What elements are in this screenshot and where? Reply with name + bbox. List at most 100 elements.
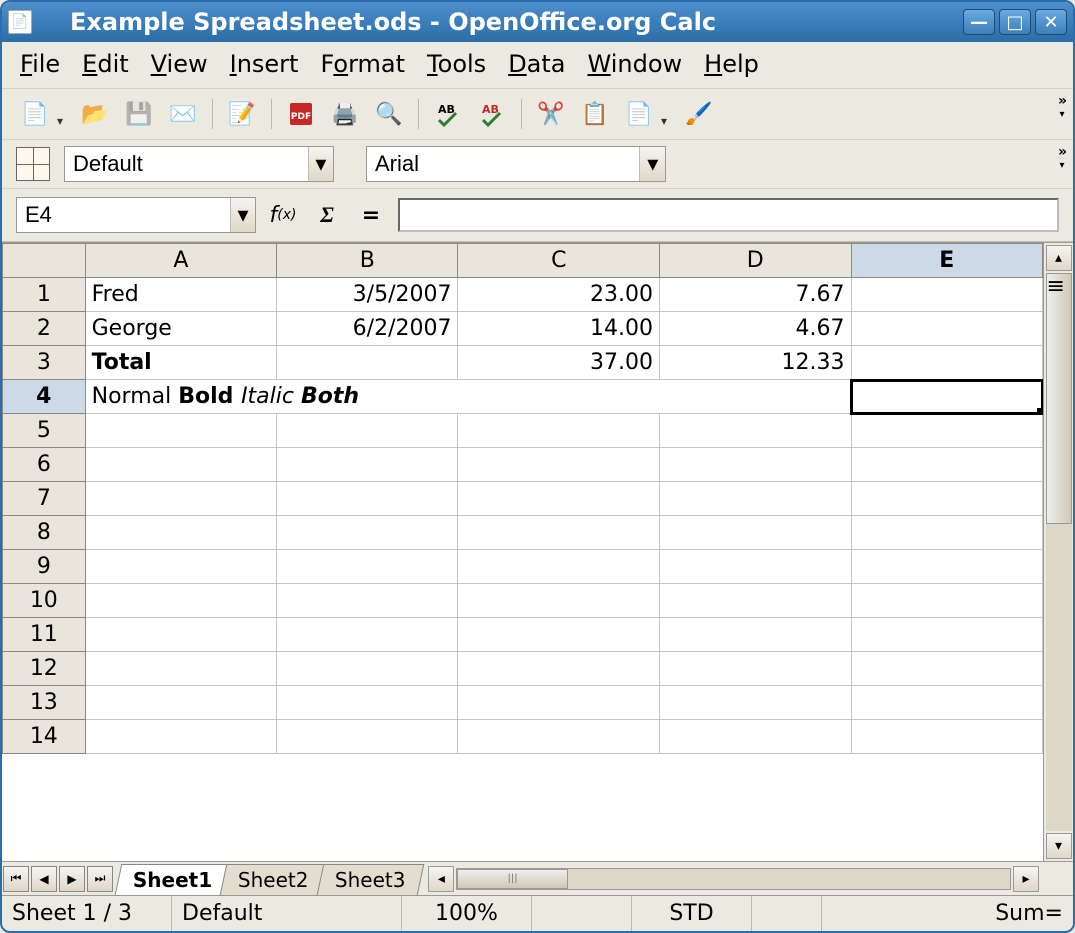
format-paintbrush-button[interactable]: 🖌️ [680, 95, 718, 133]
cell[interactable] [660, 482, 851, 516]
function-wizard-button[interactable]: f(x) [266, 198, 300, 232]
hscroll-thumb[interactable]: ||| [457, 869, 568, 889]
cell[interactable] [277, 550, 458, 584]
menu-edit[interactable]: Edit [82, 50, 128, 78]
cell[interactable]: 4.67 [660, 312, 851, 346]
grid[interactable]: ABCDE 1Fred3/5/200723.007.672George6/2/2… [2, 243, 1043, 861]
horizontal-scrollbar[interactable]: ◂ ||| ▸ [426, 864, 1041, 894]
cell[interactable] [851, 584, 1043, 618]
cell[interactable]: Total [85, 346, 276, 380]
cell[interactable] [660, 550, 851, 584]
cell[interactable] [85, 652, 276, 686]
scroll-left-button[interactable]: ◂ [428, 866, 454, 892]
cell[interactable]: 14.00 [458, 312, 660, 346]
menu-data[interactable]: Data [508, 50, 565, 78]
status-zoom[interactable]: 100% [402, 896, 532, 931]
column-header[interactable]: E [851, 244, 1043, 278]
cell[interactable]: 23.00 [458, 278, 660, 312]
status-insert-mode[interactable] [532, 896, 632, 931]
cell[interactable] [851, 346, 1043, 380]
cell[interactable] [277, 618, 458, 652]
cell[interactable] [85, 584, 276, 618]
menu-view[interactable]: View [151, 50, 208, 78]
cell[interactable] [85, 686, 276, 720]
toolbar-overflow-button[interactable]: »▾ [1058, 144, 1067, 171]
row-header[interactable]: 3 [3, 346, 86, 380]
cell[interactable] [851, 278, 1043, 312]
save-button[interactable]: 💾 [120, 95, 158, 133]
scroll-up-button[interactable]: ▴ [1046, 245, 1072, 271]
row-header[interactable]: 4 [3, 380, 86, 414]
row-header[interactable]: 14 [3, 720, 86, 754]
select-all-corner[interactable] [3, 244, 86, 278]
cell[interactable] [660, 686, 851, 720]
menu-help[interactable]: Help [704, 50, 759, 78]
open-button[interactable]: 📂 [76, 95, 114, 133]
cell[interactable] [851, 618, 1043, 652]
next-sheet-button[interactable]: ▶ [59, 866, 85, 892]
status-page-style[interactable]: Default [172, 896, 402, 931]
formula-input[interactable] [398, 198, 1059, 232]
cell[interactable] [851, 720, 1043, 754]
cell[interactable] [458, 448, 660, 482]
cell[interactable] [277, 584, 458, 618]
cell[interactable] [660, 584, 851, 618]
export-pdf-button[interactable]: PDF [282, 95, 320, 133]
chevron-down-icon[interactable]: ▾ [230, 198, 255, 232]
styles-window-button[interactable] [16, 147, 50, 181]
menu-window[interactable]: Window [588, 50, 683, 78]
menu-format[interactable]: Format [320, 50, 405, 78]
cell[interactable] [851, 312, 1043, 346]
menu-file[interactable]: File [20, 50, 60, 78]
first-sheet-button[interactable]: ⏮ [3, 866, 29, 892]
cell[interactable] [277, 482, 458, 516]
auto-spellcheck-button[interactable]: AB [473, 95, 511, 133]
cell[interactable] [851, 414, 1043, 448]
vscroll-thumb[interactable]: ≡ [1046, 273, 1072, 524]
chevron-down-icon[interactable]: ▾ [639, 147, 665, 181]
apply-style-input[interactable] [65, 149, 308, 179]
cell[interactable] [85, 448, 276, 482]
row-header[interactable]: 9 [3, 550, 86, 584]
cell[interactable] [277, 414, 458, 448]
name-box-input[interactable] [17, 200, 230, 230]
cell[interactable] [660, 414, 851, 448]
cell[interactable] [660, 652, 851, 686]
column-header[interactable]: D [660, 244, 851, 278]
cell[interactable]: 37.00 [458, 346, 660, 380]
sheet-table[interactable]: ABCDE 1Fred3/5/200723.007.672George6/2/2… [2, 243, 1043, 754]
vscroll-track[interactable]: ≡ [1046, 273, 1072, 831]
cell[interactable] [458, 652, 660, 686]
cell[interactable] [85, 482, 276, 516]
sheet-tab[interactable]: Sheet2 [220, 864, 327, 895]
cell[interactable] [277, 686, 458, 720]
cell[interactable] [851, 482, 1043, 516]
cell[interactable] [458, 584, 660, 618]
vertical-scrollbar[interactable]: ▴ ≡ ▾ [1043, 243, 1073, 861]
cell[interactable]: 7.67 [660, 278, 851, 312]
cell[interactable] [458, 516, 660, 550]
row-header[interactable]: 5 [3, 414, 86, 448]
cell[interactable]: Fred [85, 278, 276, 312]
copy-button[interactable]: 📋 [576, 95, 614, 133]
cell[interactable] [660, 448, 851, 482]
prev-sheet-button[interactable]: ◀ [31, 866, 57, 892]
hscroll-track[interactable]: ||| [456, 868, 1011, 890]
maximize-button[interactable]: □ [999, 9, 1031, 35]
cell[interactable] [85, 550, 276, 584]
row-header[interactable]: 7 [3, 482, 86, 516]
name-box[interactable]: ▾ [16, 197, 256, 233]
cell[interactable]: George [85, 312, 276, 346]
cell[interactable] [851, 652, 1043, 686]
cell[interactable]: 6/2/2007 [277, 312, 458, 346]
cell[interactable] [277, 516, 458, 550]
row-header[interactable]: 10 [3, 584, 86, 618]
row-header[interactable]: 2 [3, 312, 86, 346]
cell[interactable] [851, 516, 1043, 550]
cell[interactable]: 3/5/2007 [277, 278, 458, 312]
cell[interactable] [85, 414, 276, 448]
font-name-input[interactable] [367, 149, 639, 179]
cell[interactable] [85, 720, 276, 754]
row-header[interactable]: 6 [3, 448, 86, 482]
status-selection-mode[interactable]: STD [632, 896, 752, 931]
